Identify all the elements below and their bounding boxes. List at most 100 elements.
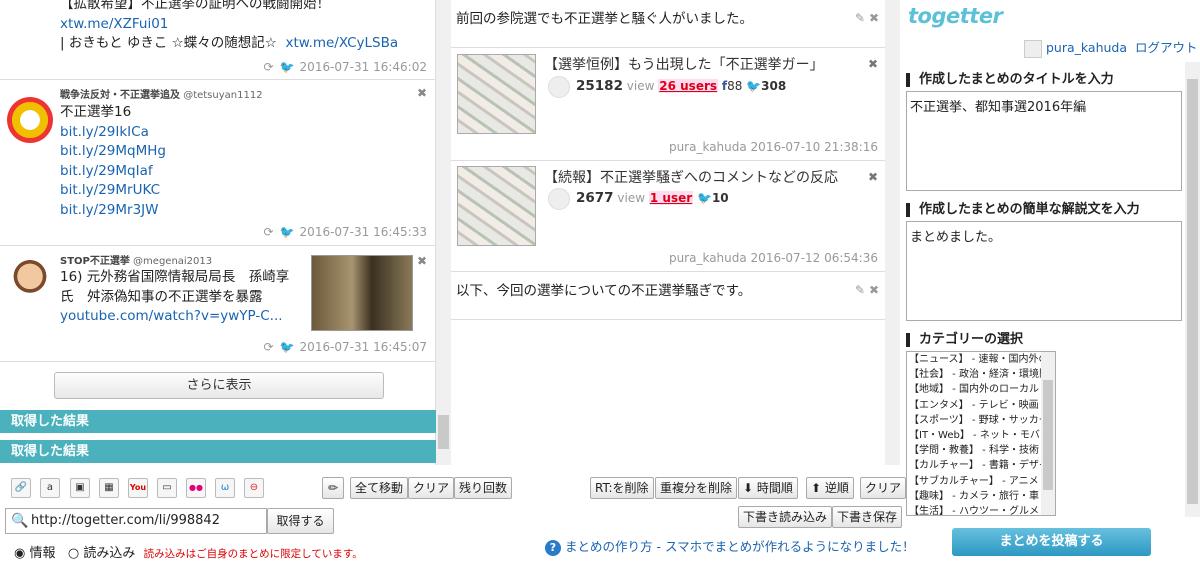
ustream-icon[interactable]: ω	[215, 478, 235, 498]
edit-icon[interactable]: ✎	[855, 11, 865, 25]
category-option[interactable]: 【生活】 - ハウツー・グルメ・	[907, 504, 1042, 515]
category-option[interactable]: 【スポーツ】 - 野球・サッカー	[907, 413, 1042, 428]
amazon-icon[interactable]: a	[40, 478, 60, 498]
tweet-link[interactable]: xtw.me/XZFui01	[60, 16, 168, 32]
block-icon[interactable]: ⊖	[244, 478, 264, 498]
twitter-icon[interactable]: 🐦	[280, 60, 295, 74]
description-input[interactable]: まとめました。	[906, 221, 1182, 321]
show-more-button[interactable]: さらに表示	[54, 372, 384, 399]
twitter-icon: 🐦	[696, 191, 712, 205]
remaining-button[interactable]: 残り回数	[454, 477, 513, 499]
edit-icon[interactable]: ✎	[855, 283, 865, 297]
smartphone-link[interactable]: スマホでまとめが作れるようになりました！	[665, 539, 915, 554]
category-option[interactable]: 【地域】 - 国内外のローカル	[907, 382, 1042, 397]
results-header[interactable]: 取得した結果	[0, 440, 436, 463]
map-icon[interactable]: ▦	[99, 478, 119, 498]
scroll-thumb[interactable]	[438, 415, 449, 449]
tweet-item[interactable]: STOP不正選挙 @megenai2013 ✖ 16) 元外務省国際情報局局長 …	[0, 246, 435, 362]
tweet-link[interactable]: bit.ly/29MrUKC	[60, 182, 160, 198]
username-link[interactable]: pura_kahuda	[1046, 40, 1127, 55]
radio-info[interactable]: ◉ 情報	[14, 546, 56, 561]
users-badge[interactable]: 26 users	[658, 79, 719, 93]
retweet-icon[interactable]: ⟳	[264, 225, 274, 239]
close-icon[interactable]: ✖	[869, 283, 879, 297]
close-icon[interactable]: ✖	[417, 86, 427, 100]
togetter-logo[interactable]: togetter	[908, 4, 1003, 28]
clear-button[interactable]: クリア	[408, 477, 455, 499]
tweet-link[interactable]: bit.ly/29IkICa	[60, 124, 149, 140]
dup-delete-button[interactable]: 重複分を削除	[655, 477, 738, 499]
matome-card[interactable]: 【続報】不正選挙騒ぎへのコメントなどの反応 2677 view 1 user 🐦…	[451, 161, 885, 272]
twitter-icon[interactable]: 🐦	[280, 225, 295, 239]
category-label: カテゴリーの選択	[906, 333, 1023, 347]
close-icon[interactable]: ✖	[869, 11, 879, 25]
card-title[interactable]: 【選挙恒例】もう出現した「不正選挙ガー」	[544, 54, 824, 74]
avatar	[548, 76, 570, 98]
tv-icon[interactable]: ▭	[157, 478, 177, 498]
tweet-username[interactable]: 戦争法反対・不正選挙追及	[60, 90, 180, 101]
draft-save-button[interactable]: 下書き保存	[832, 506, 903, 528]
flickr-icon[interactable]: ●●	[186, 478, 206, 498]
twitter-icon[interactable]: 🐦	[280, 340, 295, 354]
rt-delete-button[interactable]: RT:を削除	[590, 477, 654, 499]
close-icon[interactable]: ✖	[868, 170, 878, 184]
category-option[interactable]: 【サブカルチャー】 - アニメ・	[907, 474, 1042, 489]
category-select[interactable]: 【ニュース】 - 速報・国内外の 【社会】 - 政治・経済・環境問 【地域】 -…	[906, 351, 1056, 516]
card-title[interactable]: 【続報】不正選挙騒ぎへのコメントなどの反応	[544, 167, 838, 187]
tweet-username[interactable]: STOP不正選挙	[60, 256, 130, 267]
logout-link[interactable]: ログアウト	[1135, 40, 1198, 55]
results-header[interactable]: 取得した結果	[0, 410, 436, 433]
post-matome-button[interactable]: まとめを投稿する	[952, 528, 1151, 556]
draft-load-button[interactable]: 下書き読み込み	[738, 506, 833, 528]
category-option[interactable]: 【カルチャー】 - 書籍・デザイ	[907, 458, 1042, 473]
category-option[interactable]: 【ニュース】 - 速報・国内外の	[907, 352, 1042, 367]
tweet-item[interactable]: 【拡散希望】不正選挙の証明への戦闘開始！ xtw.me/XZFui01 | おき…	[0, 0, 435, 80]
users-badge[interactable]: 1 user	[648, 191, 694, 205]
url-input[interactable]: 🔍 http://togetter.com/li/998842	[5, 508, 267, 534]
category-option[interactable]: 【IT・Web】 - ネット・モバイル	[907, 428, 1042, 443]
tweet-link[interactable]: xtw.me/XCyLSBa	[285, 35, 398, 51]
middle-scrollbar[interactable]	[885, 0, 900, 465]
tw-count: 10	[711, 191, 729, 205]
category-option[interactable]: 【社会】 - 政治・経済・環境問	[907, 367, 1042, 382]
title-input[interactable]: 不正選挙、都知事選2016年編	[906, 91, 1182, 191]
close-icon[interactable]: ✖	[417, 254, 427, 268]
reverse-order-button[interactable]: ⬆ 逆順	[806, 477, 854, 499]
comment-item[interactable]: 以下、今回の選挙についての不正選挙騒ぎです。 ✎ ✖	[451, 272, 885, 320]
scroll-thumb[interactable]	[1043, 380, 1053, 490]
tweet-link[interactable]: youtube.com/watch?v=ywYP-C...	[60, 308, 283, 324]
category-option[interactable]: 【学問・教養】 - 科学・技術・	[907, 443, 1042, 458]
tweet-text: 【拡散希望】不正選挙の証明への戦闘開始！	[60, 0, 330, 12]
howto-link[interactable]: まとめの作り方	[565, 539, 653, 554]
tweet-time: 2016-07-31 16:46:02	[299, 60, 427, 74]
tweet-link[interactable]: bit.ly/29Mr3JW	[60, 202, 159, 218]
link-icon[interactable]: 🔗	[11, 478, 31, 498]
youtube-icon[interactable]: You	[128, 478, 148, 498]
title-label: 作成したまとめのタイトルを入力	[906, 73, 1114, 87]
fetch-button[interactable]: 取得する	[267, 508, 334, 534]
category-option[interactable]: 【趣味】 - カメラ・旅行・車・ア	[907, 489, 1042, 504]
avatar	[7, 97, 53, 143]
tweet-link[interactable]: bit.ly/29MqIaf	[60, 163, 153, 179]
time-order-button[interactable]: ⬇ 時間順	[738, 477, 798, 499]
close-icon[interactable]: ✖	[868, 57, 878, 71]
matome-card[interactable]: 【選挙恒例】もう出現した「不正選挙ガー」 25182 view 26 users…	[451, 48, 885, 161]
left-scrollbar[interactable]	[436, 0, 451, 465]
right-scrollbar[interactable]	[1185, 62, 1200, 517]
radio-load[interactable]: ○ 読み込み	[68, 546, 136, 561]
scroll-thumb[interactable]	[1187, 79, 1198, 504]
pencil-button[interactable]: ✏	[322, 477, 344, 499]
image-icon[interactable]: ▣	[70, 478, 90, 498]
tweet-link[interactable]: bit.ly/29MqMHg	[60, 143, 166, 159]
comment-item[interactable]: 前回の参院選でも不正選挙と騒ぐ人がいました。 ✎ ✖	[451, 0, 885, 48]
tweet-item[interactable]: 戦争法反対・不正選挙追及 @tetsuyan1112 ✖ 不正選挙16 bit.…	[0, 80, 435, 246]
tweet-text: 氏 舛添偽知事の不正選挙を暴露	[60, 288, 263, 305]
retweet-icon[interactable]: ⟳	[264, 340, 274, 354]
category-scrollbar[interactable]	[1041, 352, 1055, 515]
move-all-button[interactable]: 全て移動	[350, 477, 409, 499]
matome-list: 前回の参院選でも不正選挙と騒ぐ人がいました。 ✎ ✖ 【選挙恒例】もう出現した「…	[451, 0, 885, 465]
retweet-icon[interactable]: ⟳	[264, 60, 274, 74]
category-option[interactable]: 【エンタメ】 - テレビ・映画・音	[907, 398, 1042, 413]
clear-button[interactable]: クリア	[860, 477, 907, 499]
video-thumbnail[interactable]	[311, 255, 413, 331]
